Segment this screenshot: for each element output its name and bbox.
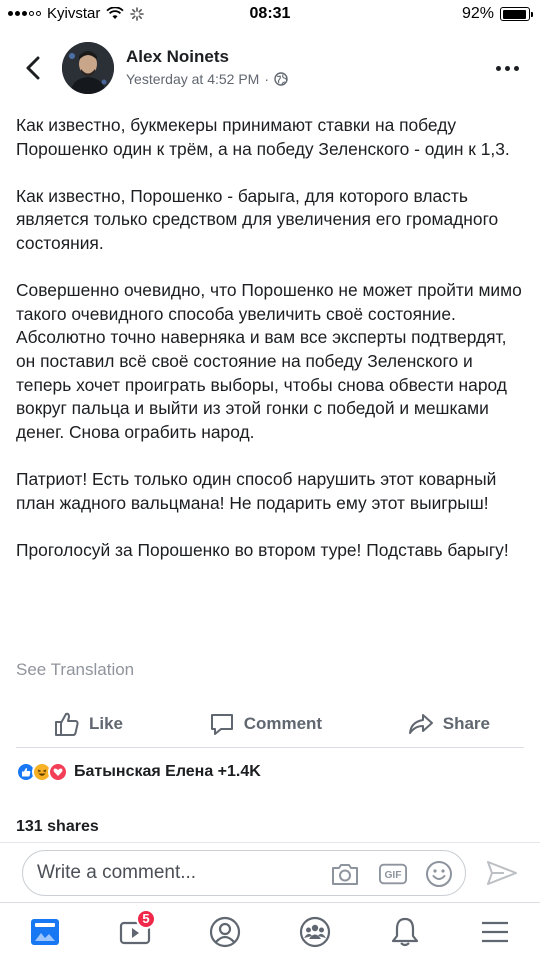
- nav-groups[interactable]: [290, 907, 340, 957]
- post-paragraph: Проголосуй за Порошенко во втором туре! …: [16, 539, 509, 560]
- post-paragraph: Как известно, букмекеры принимают ставки…: [16, 115, 510, 159]
- action-bar: Like Comment Share: [16, 700, 524, 748]
- chevron-left-icon: [26, 56, 40, 80]
- more-dot-icon: [495, 65, 501, 71]
- watch-badge: 5: [136, 908, 156, 929]
- meta-separator: ·: [264, 71, 270, 87]
- love-icon: [48, 762, 68, 782]
- battery-icon: [500, 7, 533, 21]
- like-button[interactable]: Like: [54, 711, 123, 737]
- reactions-summary[interactable]: Батынская Елена +1.4K: [16, 762, 261, 782]
- notifications-icon: [391, 917, 419, 946]
- send-icon: [487, 861, 517, 885]
- avatar[interactable]: [62, 42, 114, 94]
- nav-profile[interactable]: [200, 907, 250, 957]
- back-button[interactable]: [18, 52, 48, 84]
- comment-icon: [210, 713, 233, 735]
- send-button[interactable]: [484, 856, 520, 890]
- status-right: 92%: [461, 5, 533, 23]
- emoji-icon[interactable]: [425, 860, 453, 888]
- reactions-text: Батынская Елена +1.4K: [74, 763, 261, 780]
- nav-menu[interactable]: [470, 907, 520, 957]
- reaction-icons: [16, 762, 68, 782]
- battery-level: [502, 9, 526, 19]
- post-paragraph: Патриот! Есть только один способ нарушит…: [16, 468, 497, 513]
- avatar-photo: [62, 42, 114, 94]
- like-label: Like: [89, 713, 124, 733]
- comment-composer: GIF: [22, 850, 466, 896]
- thumbs-up-icon: [55, 712, 79, 736]
- post-meta: Yesterday at 4:52 PM ·: [126, 71, 288, 87]
- menu-icon: [482, 921, 508, 942]
- post-timestamp[interactable]: Yesterday at 4:52 PM: [126, 71, 259, 87]
- more-dot-icon: [504, 65, 510, 71]
- author-name[interactable]: Alex Noinets: [126, 47, 229, 67]
- share-arrow-icon: [408, 713, 433, 734]
- nav-news-feed[interactable]: [20, 907, 70, 957]
- nav-watch[interactable]: 5: [110, 907, 160, 957]
- shares-count[interactable]: 131 shares: [16, 818, 99, 836]
- more-dot-icon: [513, 65, 519, 71]
- see-translation-link[interactable]: See Translation: [16, 660, 134, 680]
- more-options-button[interactable]: [492, 56, 522, 80]
- divider: [0, 842, 540, 843]
- news-feed-icon: [31, 918, 59, 945]
- post-body: Как известно, букмекеры принимают ставки…: [16, 114, 526, 586]
- battery-percent: 92%: [461, 5, 494, 22]
- svg-text:GIF: GIF: [384, 870, 401, 881]
- share-button[interactable]: Share: [408, 711, 490, 737]
- status-bar: Kyivstar 08:31 92%: [0, 0, 540, 30]
- post-header: Alex Noinets Yesterday at 4:52 PM ·: [0, 38, 540, 98]
- globe-icon: [274, 72, 288, 86]
- profile-icon: [209, 916, 241, 947]
- bottom-nav: 5: [0, 902, 540, 960]
- comment-button[interactable]: Comment: [209, 711, 322, 737]
- status-time: 08:31: [249, 5, 291, 22]
- post-paragraph: Как известно, Порошенко - барыга, для ко…: [16, 185, 499, 253]
- comment-input[interactable]: [37, 862, 317, 884]
- post-paragraph: Совершенно очевидно, что Порошенко не мо…: [16, 280, 522, 442]
- gif-icon[interactable]: GIF: [379, 860, 407, 888]
- share-label: Share: [442, 713, 490, 733]
- groups-icon: [299, 916, 331, 947]
- camera-icon[interactable]: [331, 860, 359, 888]
- nav-notifications[interactable]: [380, 907, 430, 957]
- comment-label: Comment: [243, 713, 323, 733]
